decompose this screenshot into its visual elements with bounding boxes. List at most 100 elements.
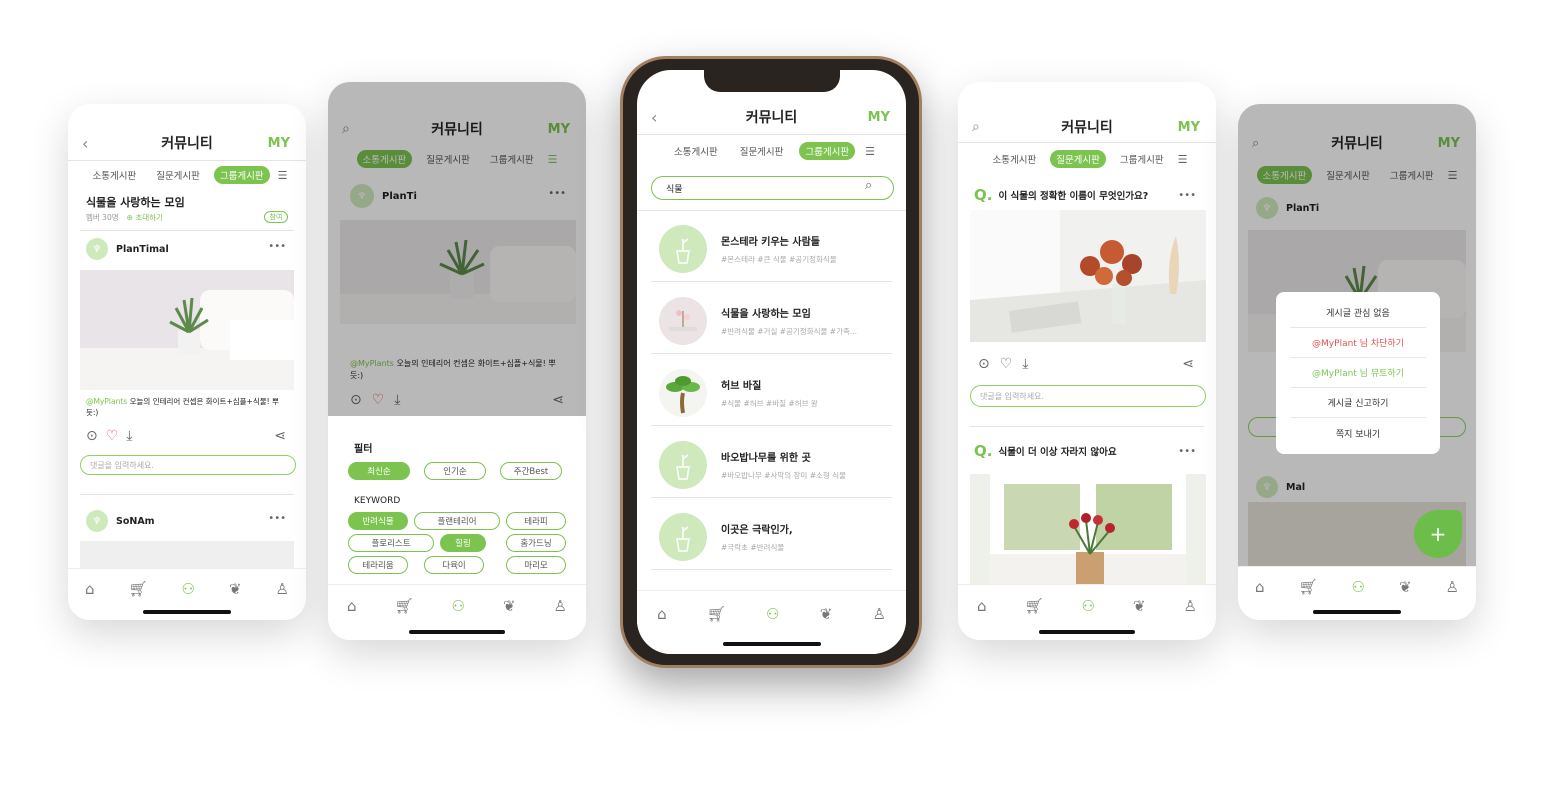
keyword-chip[interactable]: 테라피 (506, 512, 566, 530)
tab-chat-board[interactable]: 소통게시판 (987, 150, 1043, 168)
post-username[interactable]: SoNAm (116, 516, 155, 527)
avatar[interactable]: ♆ (86, 238, 108, 260)
keyword-chip[interactable]: 다육이 (424, 556, 484, 574)
question-mark: Q. (974, 442, 993, 460)
plant-icon[interactable]: ❦ (229, 580, 242, 598)
user-icon[interactable]: ♙ (1184, 597, 1197, 615)
comment-input[interactable]: 댓글을 입력하세요. (80, 455, 296, 475)
fab-add-button[interactable]: + (1414, 510, 1462, 558)
tab-question-board[interactable]: 질문게시판 (150, 166, 206, 184)
keyword-chip[interactable]: 플랜테리어 (414, 512, 500, 530)
menu-item[interactable]: 게시글 관심 없음 (1290, 298, 1426, 328)
more-icon[interactable]: ••• (1178, 446, 1196, 457)
tab-chat-board[interactable]: 소통게시판 (87, 166, 143, 184)
plant-icon[interactable]: ❦ (1133, 597, 1146, 615)
comment-icon[interactable]: ⊙ (86, 428, 98, 444)
download-icon[interactable]: ⤓ (1022, 356, 1028, 372)
group-list-item[interactable]: 허브 바질 #식물 #허브 #바질 #허브 왕 (651, 360, 892, 426)
share-icon[interactable]: ⋖ (1182, 356, 1194, 372)
cart-icon[interactable]: 🛒︎ (707, 605, 726, 623)
group-name: 몬스테라 키우는 사람들 (721, 236, 820, 248)
tab-group-board[interactable]: 그룹게시판 (213, 166, 270, 184)
comment-icon[interactable]: ⊙ (978, 356, 990, 372)
search-icon[interactable]: ⌕ (972, 119, 980, 135)
search-input[interactable]: 식물 (651, 176, 894, 200)
mention-link[interactable]: @MyPlants (86, 397, 127, 406)
home-icon[interactable]: ⌂ (977, 597, 987, 615)
my-button[interactable]: MY (868, 110, 890, 125)
group-name: 식물을 사랑하는 모임 (721, 308, 811, 320)
group-list-item[interactable]: 바오밥나무를 위한 곳 #바오밥나무 #사막의 장미 #소형 식물 (651, 432, 892, 498)
phone-group-search: ‹ 커뮤니티 MY 소통게시판 질문게시판 그룹게시판 ☰ 식물 ⌕ 몬스테라 … (637, 70, 906, 654)
plant-icon[interactable]: ❦ (820, 605, 833, 623)
cart-icon[interactable]: 🛒︎ (395, 597, 414, 615)
question-title[interactable]: 이 식물의 정확한 이름이 무엇인가요? (998, 188, 1148, 202)
keyword-chip[interactable]: 플로리스트 (348, 534, 434, 552)
keyword-chip[interactable]: 테라리움 (348, 556, 408, 574)
user-icon[interactable]: ♙ (276, 580, 289, 598)
tab-group-board[interactable]: 그룹게시판 (799, 142, 856, 160)
community-icon[interactable]: ⚇ (182, 580, 195, 598)
comment-input[interactable]: 댓글을 입력하세요. (970, 385, 1206, 407)
community-icon[interactable]: ⚇ (1352, 578, 1365, 596)
user-icon[interactable]: ♙ (554, 597, 567, 615)
sort-latest[interactable]: 최신순 (348, 462, 410, 480)
community-icon[interactable]: ⚇ (452, 597, 465, 615)
tab-chat-board[interactable]: 소통게시판 (668, 142, 724, 160)
tab-group-board[interactable]: 그룹게시판 (1114, 150, 1170, 168)
cart-icon[interactable]: 🛒︎ (1299, 578, 1318, 596)
filter-icon[interactable]: ☰ (865, 145, 875, 158)
menu-item[interactable]: @MyPlant 님 차단하기 (1290, 328, 1426, 358)
menu-item[interactable]: @MyPlant 님 뮤트하기 (1290, 358, 1426, 388)
back-icon[interactable]: ‹ (651, 108, 657, 127)
menu-item[interactable]: 게시글 신고하기 (1290, 388, 1426, 418)
dim-overlay[interactable] (328, 82, 586, 416)
question-title[interactable]: 식물이 더 이상 자라지 않아요 (998, 444, 1116, 458)
home-icon[interactable]: ⌂ (85, 580, 95, 598)
heart-icon[interactable]: ♡ (1000, 356, 1013, 372)
cart-icon[interactable]: 🛒︎ (1025, 597, 1044, 615)
sort-popular[interactable]: 인기순 (424, 462, 486, 480)
plant-icon[interactable]: ❦ (503, 597, 516, 615)
search-icon[interactable]: ⌕ (865, 178, 872, 193)
group-thumbnail (659, 512, 707, 561)
group-list-item[interactable]: 이곳은 극락인가, #극락초 #반려식물 (651, 504, 892, 570)
menu-item[interactable]: 쪽지 보내기 (1290, 418, 1426, 448)
filter-icon[interactable]: ☰ (278, 169, 288, 182)
group-list-item[interactable]: 식물을 사랑하는 모임 #반려식물 #거실 #공기정화식물 #가족... (651, 288, 892, 354)
tab-question-board[interactable]: 질문게시판 (1050, 150, 1106, 168)
home-icon[interactable]: ⌂ (347, 597, 357, 615)
keyword-chip[interactable]: 마리모 (506, 556, 566, 574)
more-icon[interactable]: ••• (1178, 190, 1196, 201)
more-icon[interactable]: ••• (268, 513, 286, 524)
tab-question-board[interactable]: 질문게시판 (734, 142, 790, 160)
home-icon[interactable]: ⌂ (657, 605, 667, 623)
more-icon[interactable]: ••• (268, 241, 286, 252)
my-button[interactable]: MY (1178, 120, 1200, 135)
filter-icon[interactable]: ☰ (1178, 153, 1188, 166)
back-icon[interactable]: ‹ (82, 134, 88, 153)
user-icon[interactable]: ♙ (1446, 578, 1459, 596)
heart-icon[interactable]: ♡ (106, 428, 119, 444)
keyword-chip[interactable]: 홈가드닝 (506, 534, 566, 552)
avatar[interactable]: ♆ (86, 510, 108, 532)
user-icon[interactable]: ♙ (872, 605, 885, 623)
cart-icon[interactable]: 🛒︎ (129, 580, 148, 598)
home-icon[interactable]: ⌂ (1255, 578, 1265, 596)
plant-icon[interactable]: ❦ (1399, 578, 1412, 596)
my-button[interactable]: MY (268, 136, 290, 151)
page-title: 커뮤니티 (1061, 120, 1113, 136)
group-name: 이곳은 극락인가, (721, 524, 793, 536)
keyword-chip[interactable]: 반려식물 (348, 512, 408, 530)
keyword-chip[interactable]: 힐링 (440, 534, 486, 552)
invite-button[interactable]: ⊕ 초대하기 (127, 212, 163, 223)
join-button[interactable]: 참여 (264, 211, 288, 223)
community-icon[interactable]: ⚇ (1082, 597, 1095, 615)
post-username[interactable]: PlanTimal (116, 244, 169, 255)
community-icon[interactable]: ⚇ (766, 605, 779, 623)
post-photo (80, 270, 294, 390)
sort-weekly-best[interactable]: 주간Best (500, 462, 562, 480)
share-icon[interactable]: ⋖ (274, 428, 286, 444)
download-icon[interactable]: ⤓ (126, 428, 132, 444)
group-list-item[interactable]: 몬스테라 키우는 사람들 #몬스테라 #큰 식물 #공기정화식물 (651, 216, 892, 282)
